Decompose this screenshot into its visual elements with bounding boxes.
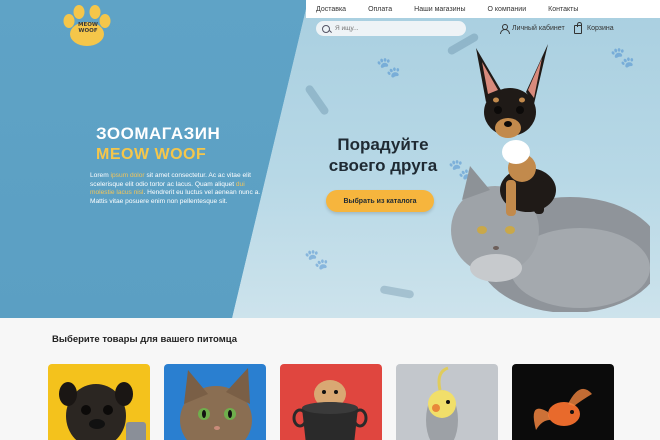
hero-brand-name: MEOW WOOF	[96, 146, 207, 163]
category-card-rodents[interactable]	[280, 364, 382, 440]
logo-text: MEOW WOOF	[78, 22, 98, 34]
hero-description: Lorem ipsum dolor sit amet consectetur. …	[90, 172, 261, 205]
paw-decoration-icon: 🐾	[376, 57, 401, 79]
user-icon	[499, 24, 510, 34]
cart-link[interactable]: Корзина	[574, 22, 614, 34]
dog-and-cat-photo	[451, 44, 650, 312]
choose-from-catalog-button[interactable]: Выбрать из каталога	[326, 190, 434, 212]
paw-decoration-icon: 🐾	[304, 249, 329, 271]
search-bar[interactable]	[316, 21, 466, 36]
nav-link-stores[interactable]: Наши магазины	[414, 6, 465, 13]
shopping-bag-icon	[574, 22, 582, 34]
nav-link-delivery[interactable]: Доставка	[316, 6, 346, 13]
category-card-dogs[interactable]	[48, 364, 150, 440]
cart-label: Корзина	[587, 25, 614, 32]
top-navigation: Доставка Оплата Наши магазины О компании…	[306, 0, 660, 18]
nav-link-about[interactable]: О компании	[488, 6, 527, 13]
hero-title: ЗООМАГАЗИН	[96, 124, 221, 143]
category-card-cats[interactable]	[164, 364, 266, 440]
hero-tagline: Порадуйте своего друга	[328, 135, 438, 175]
category-card-fish[interactable]	[512, 364, 614, 440]
categories-heading: Выберите товары для вашего питомца	[52, 334, 238, 345]
pug-photo-icon	[48, 364, 150, 440]
account-label: Личный кабинет	[512, 25, 565, 32]
nav-link-payment[interactable]: Оплата	[368, 6, 392, 13]
category-card-birds[interactable]	[396, 364, 498, 440]
search-icon[interactable]	[322, 24, 330, 33]
account-link[interactable]: Личный кабинет	[499, 24, 565, 34]
goldfish-photo-icon	[512, 364, 614, 440]
search-input[interactable]	[335, 25, 455, 32]
cat-photo-icon	[164, 364, 266, 440]
hamster-photo-icon	[280, 364, 382, 440]
parrot-photo-icon	[396, 364, 498, 440]
nav-link-contacts[interactable]: Контакты	[548, 6, 578, 13]
